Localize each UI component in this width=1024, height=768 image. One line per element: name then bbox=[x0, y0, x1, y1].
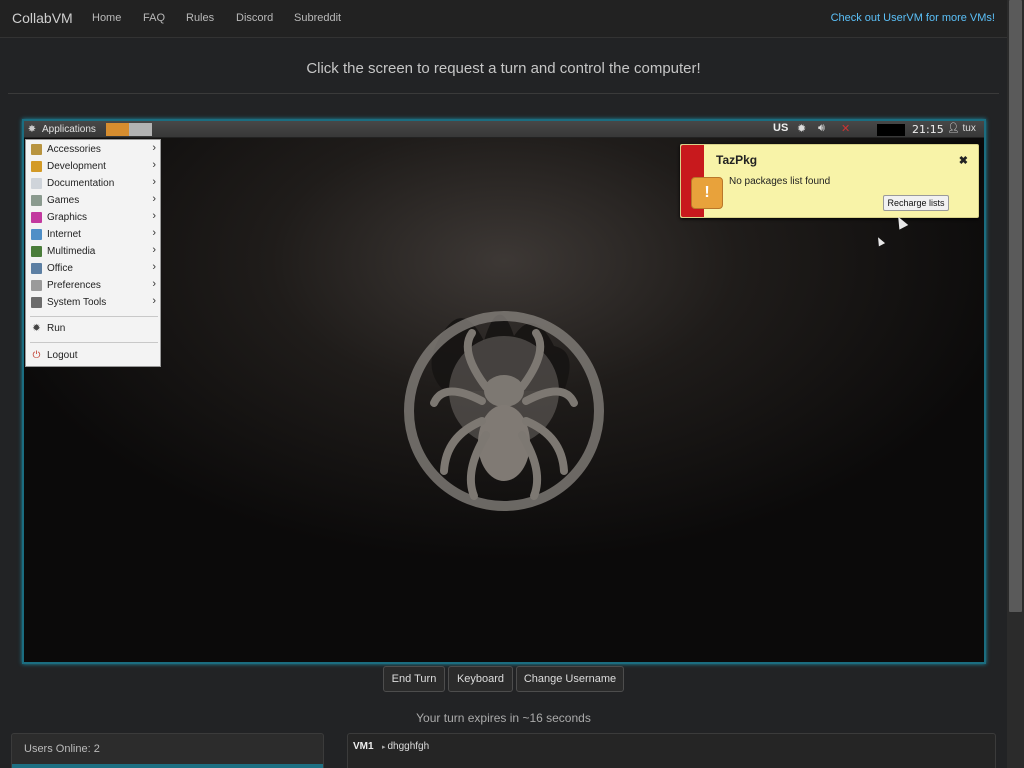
nav-rules[interactable]: Rules bbox=[186, 12, 214, 24]
applications-button[interactable]: ✸ Applications bbox=[26, 121, 96, 138]
page-scrollbar[interactable] bbox=[1007, 0, 1024, 768]
power-icon: ⏻ bbox=[32, 350, 41, 361]
graphics-icon bbox=[31, 212, 42, 223]
chevron-right-icon: › bbox=[152, 210, 156, 222]
menu-item-label: Games bbox=[47, 195, 80, 206]
divider bbox=[8, 93, 999, 94]
workspace-1[interactable] bbox=[106, 123, 129, 136]
end-turn-button[interactable]: End Turn bbox=[383, 666, 445, 692]
nav-discord[interactable]: Discord bbox=[236, 12, 273, 24]
user-menu[interactable]: 👤︎ tux bbox=[947, 123, 976, 134]
scrollbar-thumb[interactable] bbox=[1009, 0, 1022, 612]
menu-item-run[interactable]: ✹ Run bbox=[26, 320, 160, 337]
chevron-right-icon: › bbox=[152, 261, 156, 273]
menu-item-accessories[interactable]: Accessories › bbox=[26, 141, 160, 158]
menu-item-label: Development bbox=[47, 161, 106, 172]
brand-link[interactable]: CollabVM bbox=[12, 10, 73, 26]
username: tux bbox=[962, 123, 976, 134]
chevron-right-icon: › bbox=[152, 142, 156, 154]
menu-item-label: Run bbox=[47, 323, 66, 334]
mouse-cursor-icon bbox=[874, 235, 886, 247]
applications-label: Applications bbox=[42, 124, 96, 135]
menu-item-graphics[interactable]: Graphics › bbox=[26, 209, 160, 226]
instructions-text: Click the screen to request a turn and c… bbox=[306, 60, 701, 77]
user-icon: 👤︎ bbox=[947, 123, 960, 134]
menu-item-games[interactable]: Games › bbox=[26, 192, 160, 209]
menu-item-office[interactable]: Office › bbox=[26, 260, 160, 277]
chevron-right-icon: › bbox=[152, 244, 156, 256]
workspace-2[interactable] bbox=[129, 123, 152, 136]
keyboard-layout[interactable]: US bbox=[773, 122, 788, 134]
change-username-button[interactable]: Change Username bbox=[516, 666, 624, 692]
menu-item-label: Multimedia bbox=[47, 246, 96, 257]
users-panel: Users Online: 2 bbox=[11, 733, 324, 768]
vm-screen[interactable]: ✸ Applications US ✹ 🔊︎ ✕ 21:15 👤︎ tux Ac… bbox=[22, 119, 986, 664]
menu-item-label: Internet bbox=[47, 229, 81, 240]
spider-icon: ✸ bbox=[27, 123, 37, 135]
system-tools-icon bbox=[31, 297, 42, 308]
chat-message: ▸ dhgghfgh bbox=[382, 741, 429, 752]
tazpkg-notification: ! TazPkg No packages list found ✖ Rechar… bbox=[680, 144, 979, 218]
notification-message: No packages list found bbox=[729, 176, 831, 187]
multimedia-icon bbox=[31, 246, 42, 257]
chevron-right-icon: › bbox=[152, 176, 156, 188]
internet-icon bbox=[31, 229, 42, 240]
menu-separator bbox=[30, 316, 158, 317]
chat-username: VM1 bbox=[353, 741, 374, 752]
menu-item-internet[interactable]: Internet › bbox=[26, 226, 160, 243]
tray-indicator bbox=[877, 124, 905, 136]
chevron-right-icon: › bbox=[152, 159, 156, 171]
gear-icon: ✹ bbox=[32, 323, 41, 334]
menu-separator bbox=[30, 342, 158, 343]
menu-item-multimedia[interactable]: Multimedia › bbox=[26, 243, 160, 260]
menu-item-logout[interactable]: ⏻ Logout bbox=[26, 347, 160, 364]
nav-subreddit[interactable]: Subreddit bbox=[294, 12, 341, 24]
chat-panel: VM1 ▸ dhgghfgh bbox=[347, 733, 996, 768]
chat-message-text: dhgghfgh bbox=[387, 741, 430, 752]
chevron-right-icon: › bbox=[152, 193, 156, 205]
menu-item-label: System Tools bbox=[47, 297, 107, 308]
notification-title: TazPkg bbox=[716, 153, 758, 167]
menu-item-label: Documentation bbox=[47, 178, 115, 189]
settings-gear-icon[interactable]: ✹ bbox=[797, 122, 806, 135]
games-icon bbox=[31, 195, 42, 206]
menu-item-label: Logout bbox=[47, 350, 78, 361]
menu-item-label: Preferences bbox=[47, 280, 101, 291]
spider-emblem bbox=[404, 311, 604, 511]
applications-menu: Accessories › Development › Documentatio… bbox=[25, 139, 161, 367]
preferences-icon bbox=[31, 280, 42, 291]
keyboard-button[interactable]: Keyboard bbox=[448, 666, 513, 692]
development-icon bbox=[31, 161, 42, 172]
nav-faq[interactable]: FAQ bbox=[143, 12, 165, 24]
menu-item-label: Office bbox=[47, 263, 73, 274]
warning-icon: ! bbox=[691, 177, 723, 209]
close-icon[interactable]: ✖ bbox=[959, 154, 968, 167]
vm-taskbar: ✸ Applications US ✹ 🔊︎ ✕ 21:15 👤︎ tux bbox=[24, 121, 984, 138]
uservm-link[interactable]: Check out UserVM for more VMs! bbox=[831, 12, 995, 24]
office-icon bbox=[31, 263, 42, 274]
chevron-right-icon: › bbox=[152, 278, 156, 290]
turn-status: Your turn expires in ~16 seconds bbox=[416, 711, 591, 725]
recharge-lists-button[interactable]: Recharge lists bbox=[883, 195, 949, 211]
chevron-right-icon: › bbox=[152, 227, 156, 239]
menu-item-documentation[interactable]: Documentation › bbox=[26, 175, 160, 192]
documentation-icon bbox=[31, 178, 42, 189]
nav-home[interactable]: Home bbox=[92, 12, 121, 24]
network-icon[interactable]: ✕ bbox=[841, 122, 850, 135]
menu-item-system-tools[interactable]: System Tools › bbox=[26, 294, 160, 311]
menu-item-label: Graphics bbox=[47, 212, 88, 223]
vm-desktop[interactable]: ✸ Applications US ✹ 🔊︎ ✕ 21:15 👤︎ tux Ac… bbox=[24, 121, 984, 662]
menu-item-label: Accessories bbox=[47, 144, 101, 155]
clock[interactable]: 21:15 bbox=[912, 123, 944, 136]
accessories-icon bbox=[31, 144, 42, 155]
menu-item-development[interactable]: Development › bbox=[26, 158, 160, 175]
menu-item-preferences[interactable]: Preferences › bbox=[26, 277, 160, 294]
users-list-selected-row[interactable] bbox=[12, 764, 323, 768]
volume-icon[interactable]: 🔊︎ bbox=[818, 122, 825, 135]
users-online-label: Users Online: 2 bbox=[24, 743, 100, 755]
chevron-right-icon: › bbox=[152, 295, 156, 307]
navbar: CollabVM Home FAQ Rules Discord Subreddi… bbox=[0, 0, 1007, 38]
